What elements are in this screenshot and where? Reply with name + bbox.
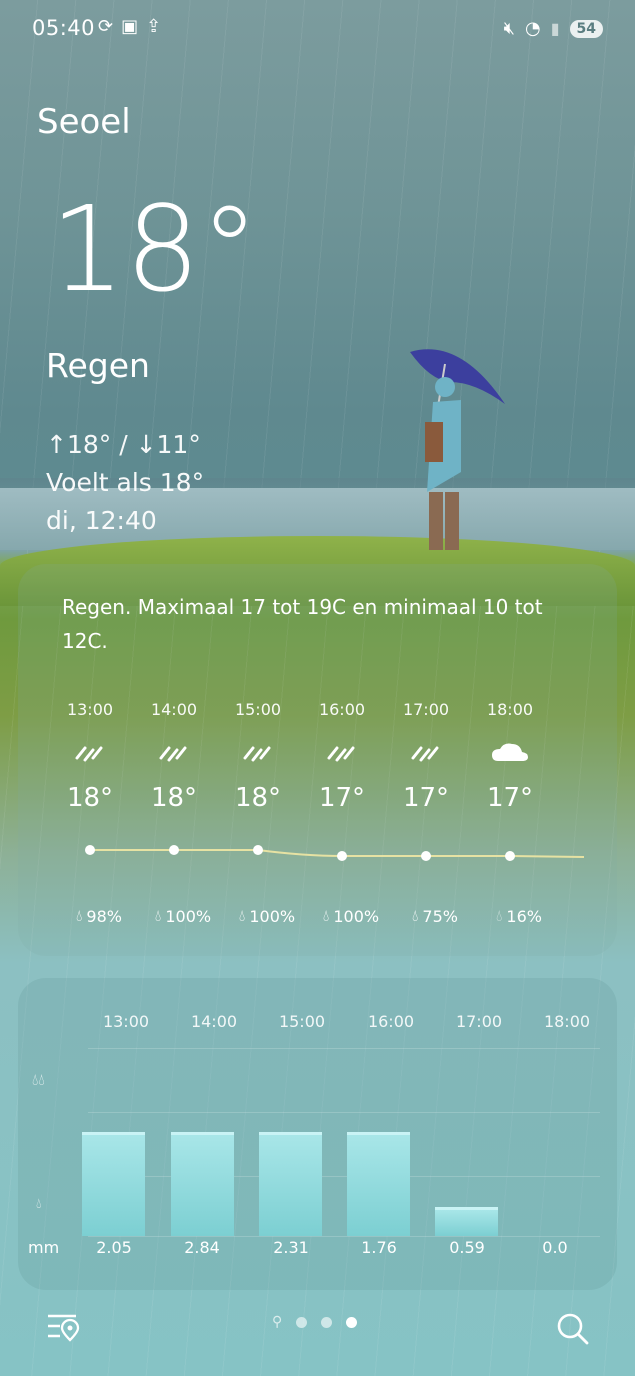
precip-value: 100% xyxy=(249,906,296,926)
gridline xyxy=(88,1176,600,1177)
hour-item: 15:00 18° 💧︎ 100% xyxy=(222,700,295,926)
person-with-umbrella-illustration xyxy=(410,349,505,550)
precip-value: 2.31 xyxy=(273,1238,309,1257)
precip-value: 100% xyxy=(333,906,380,926)
light-rain-icon: 💧︎ xyxy=(36,1196,42,1212)
status-bar: 05:40 ⟳ ▣ ⇪ 🔇︎ ◔ ▮ 54 xyxy=(0,0,635,58)
hour-time: 16:00 xyxy=(318,700,366,719)
precip-value: 98% xyxy=(86,906,122,926)
precip-unit: mm xyxy=(28,1238,60,1257)
hourly-forecast-card[interactable]: Regen. Maximaal 17 tot 19C en minimaal 1… xyxy=(18,564,617,956)
wifi-icon: ◔ xyxy=(524,18,541,39)
precip-hour-label: 13:00 xyxy=(102,1012,150,1031)
current-details: ↑18° / ↓11° Voelt als 18° di, 12:40 xyxy=(46,426,204,540)
drop-icon: 💧︎ xyxy=(154,906,162,925)
drop-icon: 💧︎ xyxy=(412,906,419,925)
hour-time: 17:00 xyxy=(402,700,450,719)
hourly-scroll[interactable]: 13:00 18° 💧︎ 98% 14:00 18° 💧︎ 100% 15:00 1… xyxy=(54,700,584,940)
hour-temp: 18° xyxy=(66,783,114,813)
bottom-bar: ⚲ xyxy=(0,1300,635,1360)
status-time: 05:40 xyxy=(32,16,96,40)
precip-value: 75% xyxy=(422,906,458,926)
precip-value: 100% xyxy=(165,906,212,926)
cloud-icon xyxy=(474,739,546,767)
precip-bar xyxy=(435,1207,498,1236)
hour-temp: 17° xyxy=(318,783,366,813)
precip-value: 0.59 xyxy=(449,1238,485,1257)
precipitation-card[interactable]: 13:00 14:00 15:00 16:00 17:00 18:00 💧︎💧︎… xyxy=(18,978,617,1290)
forecast-summary: Regen. Maximaal 17 tot 19C en minimaal 1… xyxy=(62,595,543,653)
precip-hours: 13:00 14:00 15:00 16:00 17:00 18:00 xyxy=(88,1012,598,1034)
hour-temp: 18° xyxy=(234,783,282,813)
hour-time: 13:00 xyxy=(66,700,114,719)
hour-item: 14:00 18° 💧︎ 100% xyxy=(138,700,211,926)
gallery-icon: ▣ xyxy=(121,16,139,37)
status-right-icons: 🔇︎ ◔ ▮ 54 xyxy=(504,18,603,39)
sync-off-icon: ⟳ xyxy=(98,16,114,37)
page-indicator[interactable]: ⚲ xyxy=(272,1314,358,1330)
drop-icon: 💧︎ xyxy=(322,906,330,925)
gridline xyxy=(88,1112,600,1113)
rain-icon xyxy=(390,739,462,767)
battery-indicator: 54 xyxy=(569,19,603,38)
precip-bar xyxy=(82,1132,145,1236)
drop-icon: 💧︎ xyxy=(496,906,503,925)
hour-time: 14:00 xyxy=(150,700,198,719)
hour-precip: 💧︎ 100% xyxy=(306,906,396,926)
high-low-temp: ↑18° / ↓11° xyxy=(46,430,201,459)
hour-precip: 💧︎ 16% xyxy=(474,906,564,926)
page-dot[interactable] xyxy=(296,1316,308,1328)
hour-item: 16:00 17° 💧︎ 100% xyxy=(306,700,379,926)
precip-hour-label: 18:00 xyxy=(543,1012,591,1031)
precip-value: 1.76 xyxy=(361,1238,397,1257)
status-left-icons: ⟳ ▣ ⇪ xyxy=(98,16,161,37)
current-temperature: 18° xyxy=(50,180,260,318)
precip-hour-label: 15:00 xyxy=(278,1012,326,1031)
hour-precip: 💧︎ 75% xyxy=(390,906,480,926)
hour-precip: 💧︎ 100% xyxy=(138,906,228,926)
precip-value: 2.84 xyxy=(184,1238,220,1257)
drop-icon: 💧︎ xyxy=(76,906,83,925)
precip-hour-label: 14:00 xyxy=(190,1012,238,1031)
rain-icon xyxy=(222,739,294,767)
current-condition: Regen xyxy=(46,346,150,385)
gridline xyxy=(88,1048,600,1049)
heavy-rain-icon: 💧︎💧︎ xyxy=(32,1070,45,1089)
hour-time: 15:00 xyxy=(234,700,282,719)
signal-icon: ▮ xyxy=(550,19,560,38)
precip-value: 0.0 xyxy=(542,1238,568,1257)
search-icon[interactable] xyxy=(556,1312,590,1346)
precip-bar xyxy=(347,1132,410,1236)
page-dot-active[interactable] xyxy=(346,1316,358,1328)
gridline xyxy=(88,1236,600,1237)
feels-like: Voelt als 18° xyxy=(46,468,205,497)
hour-item: 17:00 17° 💧︎ 75% xyxy=(390,700,462,926)
manage-locations-icon[interactable] xyxy=(46,1312,80,1344)
hour-precip: 💧︎ 98% xyxy=(54,906,144,926)
rain-icon xyxy=(138,739,210,767)
hour-time: 18:00 xyxy=(486,700,534,719)
precip-hour-label: 16:00 xyxy=(367,1012,415,1031)
hour-item: 13:00 18° 💧︎ 98% xyxy=(54,700,126,926)
rain-icon xyxy=(306,739,378,767)
mute-icon: 🔇︎ xyxy=(503,18,515,39)
precip-value: 2.05 xyxy=(96,1238,132,1257)
hour-temp: 17° xyxy=(402,783,450,813)
precip-bar xyxy=(171,1132,234,1236)
precip-hour-label: 17:00 xyxy=(455,1012,503,1031)
temperature-trend-line xyxy=(85,845,584,861)
upload-icon: ⇪ xyxy=(146,16,162,37)
city-name[interactable]: Seoel xyxy=(37,102,131,142)
rain-icon xyxy=(54,739,126,767)
hour-item: 18:00 17° 💧︎ 16% xyxy=(474,700,546,926)
drop-icon: 💧︎ xyxy=(238,906,246,925)
hour-temp: 17° xyxy=(486,783,534,813)
hour-temp: 18° xyxy=(150,783,198,813)
location-pin-icon: ⚲ xyxy=(272,1314,283,1330)
hour-precip: 💧︎ 100% xyxy=(222,906,312,926)
updated-time: di, 12:40 xyxy=(46,506,157,535)
precip-bar xyxy=(259,1132,322,1236)
precip-value: 16% xyxy=(506,906,542,926)
page-dot[interactable] xyxy=(321,1316,333,1328)
